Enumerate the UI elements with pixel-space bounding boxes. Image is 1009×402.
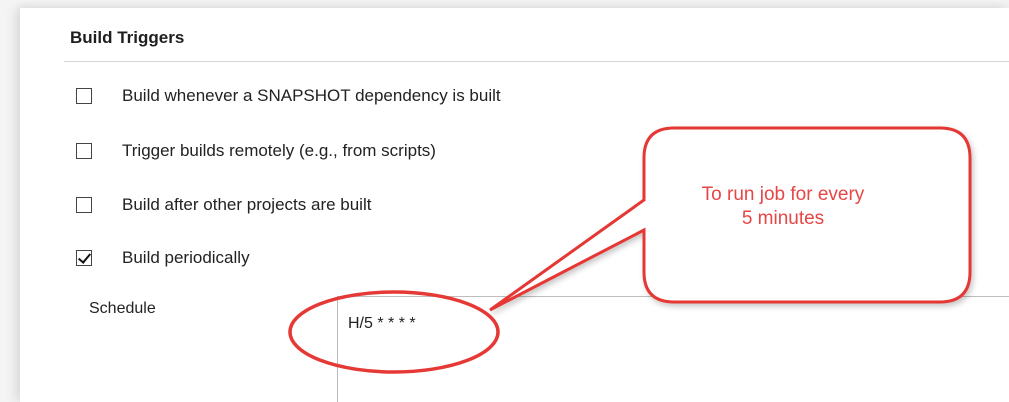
- section-divider: [64, 61, 1009, 62]
- snapshot-checkbox[interactable]: [76, 88, 92, 104]
- periodic-checkbox[interactable]: [76, 250, 92, 266]
- schedule-textarea[interactable]: [337, 296, 1009, 402]
- callout-line-2: 5 minutes: [741, 208, 825, 229]
- periodic-label: Build periodically: [122, 248, 250, 267]
- trigger-option-remote[interactable]: Trigger builds remotely (e.g., from scri…: [76, 139, 436, 163]
- trigger-option-after-other[interactable]: Build after other projects are built: [76, 193, 371, 217]
- callout-text: To run job for every 5 minutes: [643, 183, 923, 231]
- after-other-checkbox[interactable]: [76, 197, 92, 213]
- schedule-label: Schedule: [89, 300, 156, 317]
- callout-line-1: To run job for every: [701, 184, 865, 205]
- snapshot-label: Build whenever a SNAPSHOT dependency is …: [122, 86, 501, 105]
- trigger-option-snapshot[interactable]: Build whenever a SNAPSHOT dependency is …: [76, 84, 501, 108]
- section-title: Build Triggers: [70, 28, 185, 47]
- trigger-option-periodic[interactable]: Build periodically: [76, 246, 250, 270]
- schedule-value: H/5 * * * *: [348, 315, 416, 332]
- remote-label: Trigger builds remotely (e.g., from scri…: [122, 141, 436, 160]
- jenkins-config-page: Build Triggers Build whenever a SNAPSHOT…: [0, 0, 1009, 402]
- after-other-label: Build after other projects are built: [122, 195, 372, 214]
- remote-checkbox[interactable]: [76, 143, 92, 159]
